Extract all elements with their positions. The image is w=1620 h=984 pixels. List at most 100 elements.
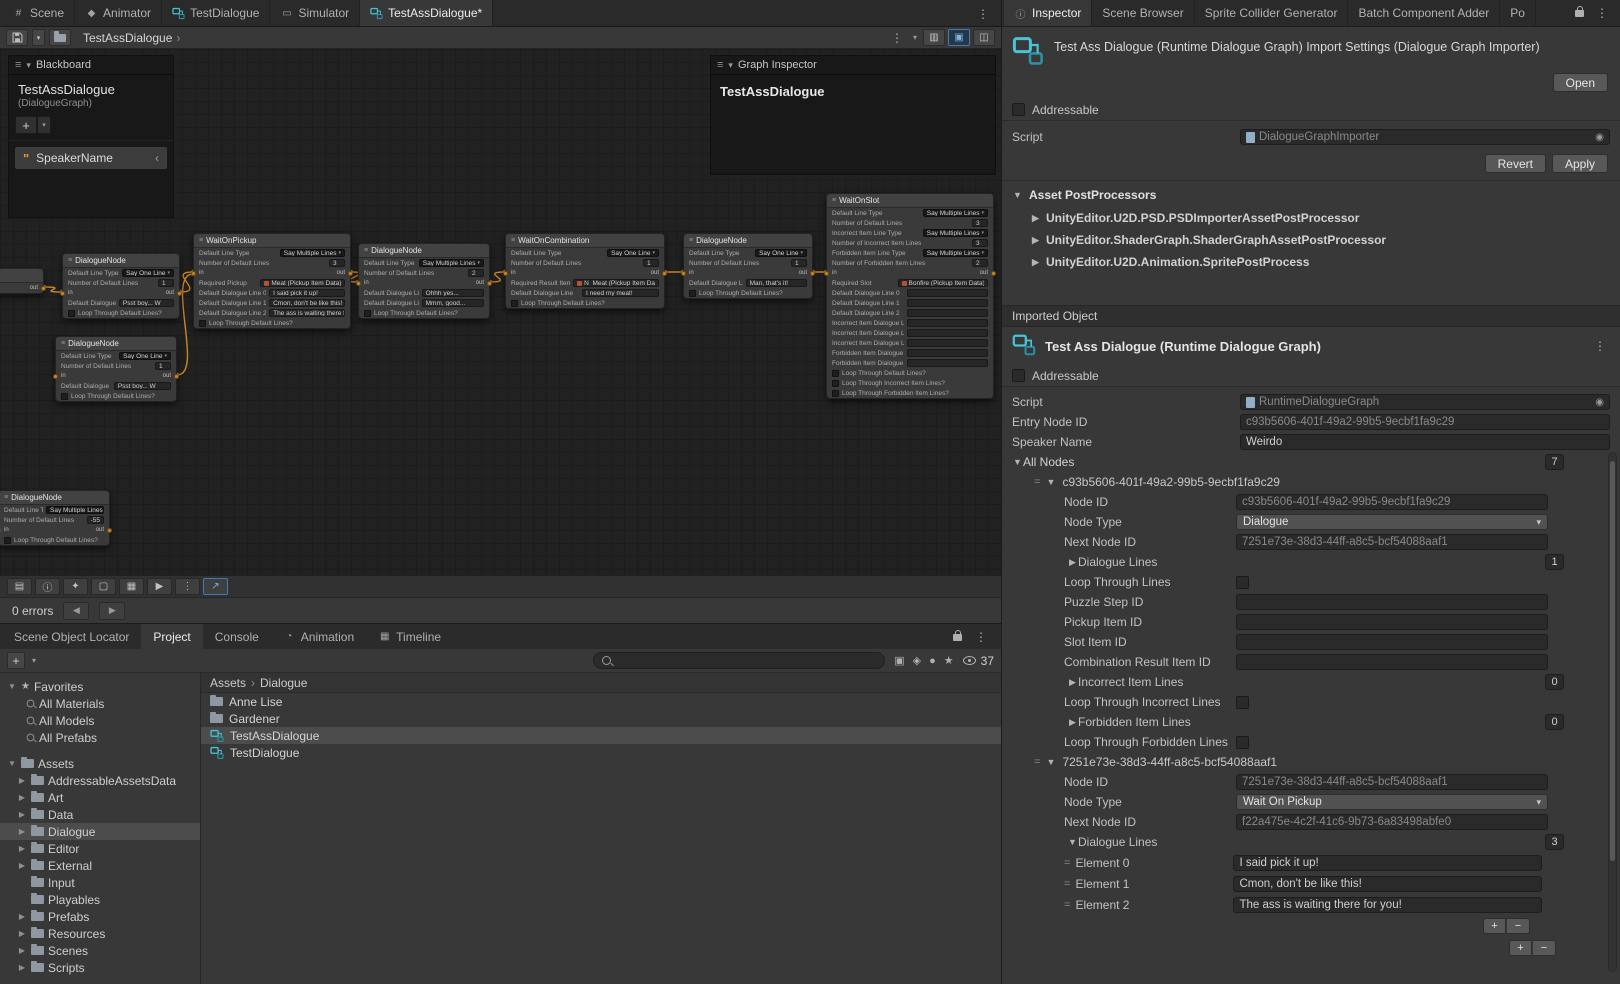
field-next-node-id[interactable]: 7251e73e-38d3-44ff-a8c5-bcf54088aaf1 [1236,534,1548,550]
open-external-icon[interactable]: ↗ [203,578,228,595]
node-text-field[interactable] [907,359,988,367]
array-size-field[interactable]: 0 [1545,714,1564,730]
folder-item-editor[interactable]: ▶Editor [0,840,200,857]
scrollbar-thumb[interactable] [1610,461,1615,861]
node-text-field[interactable]: Cmon, don't be like this! [269,299,345,307]
postprocessor-item[interactable]: ▶UnityEditor.U2D.Animation.SpritePostPro… [1002,251,1620,273]
blackboard-toggle-button[interactable]: ▣ [948,29,970,46]
node-text-field[interactable]: Ohhh yes... [422,289,484,297]
node-dropdown[interactable]: Say Multiple Lines [923,249,988,257]
graph-inspector-toggle-button[interactable]: ◫ [973,29,995,46]
node-checkbox[interactable] [832,370,839,377]
panel-tab-console[interactable]: Console [203,624,271,649]
speaker-name-field[interactable]: Weirdo [1240,434,1610,450]
inspector-tab-sprite-collider-generator[interactable]: Sprite Collider Generator [1195,0,1349,26]
node-title-bar[interactable]: ≡WaitOnCombination [506,234,664,248]
element-field[interactable]: The ass is waiting there for you! [1233,897,1542,913]
create-asset-dropdown-icon[interactable]: ▾ [30,656,38,665]
foldout-arrow-icon[interactable]: ▶ [1030,213,1041,224]
field-row-dialogue-lines[interactable]: ▶Dialogue Lines1 [1002,552,1620,572]
graph-node-startnode[interactable]: ≡StartNodeout [0,268,44,294]
node-text-field[interactable]: Psst boy... W [119,299,174,307]
editor-tab-testassdialogue[interactable]: TestAssDialogue* [360,0,493,26]
output-port[interactable] [177,291,182,296]
node-checkbox[interactable] [832,390,839,397]
add-element-button[interactable]: + [1483,918,1506,934]
array-size-field[interactable]: 0 [1545,674,1564,690]
search-input[interactable] [617,655,876,667]
node-text-field[interactable]: I said pick it up! [269,289,345,297]
label-filter-icon[interactable]: ● [929,655,936,667]
output-port[interactable] [487,281,492,286]
field-node-id[interactable]: c93b5606-401f-49a2-99b5-9ecbf1fa9c29 [1236,494,1548,510]
asset-item-anne-lise[interactable]: Anne Lise [201,693,1001,710]
output-port[interactable] [174,374,179,379]
prev-error-button[interactable]: ◀ [63,602,89,620]
folder-item-scripts[interactable]: ▶Scripts [0,959,200,976]
editor-tab-animator[interactable]: ◆Animator [75,0,162,26]
add-property-button[interactable]: + [15,116,37,134]
drag-handle-icon[interactable]: = [1064,899,1069,911]
checkbox[interactable] [1236,696,1249,709]
folder-item-resources[interactable]: ▶Resources [0,925,200,942]
checkbox[interactable] [1236,736,1249,749]
inspector-tab-po[interactable]: Po [1500,0,1536,26]
node-object-field[interactable]: N_Meat (Pickup Item Data) [573,279,659,287]
remove-node-button[interactable]: − [1533,940,1556,956]
node-entry-header[interactable]: =▼c93b5606-401f-49a2-99b5-9ecbf1fa9c29 [1002,472,1620,492]
dropdown-node-type[interactable]: Wait On Pickup [1236,794,1548,810]
node-checkbox[interactable] [832,380,839,387]
node-dropdown[interactable]: Say One Line [755,249,807,257]
input-port[interactable] [60,291,65,296]
node-title-bar[interactable]: ≡WaitOnPickup [194,234,350,248]
breadcrumb[interactable]: TestAssDialogue › [83,31,182,45]
revert-button[interactable]: Revert [1485,154,1546,173]
script-field[interactable]: RuntimeDialogueGraph ◉ [1240,394,1610,410]
folder-item-addressableassetsdata[interactable]: ▶AddressableAssetsData [0,772,200,789]
drag-handle-icon[interactable]: = [1064,878,1069,890]
foldout-arrow-icon[interactable]: ▶ [17,827,27,836]
node-number-field[interactable]: 3 [329,259,345,267]
array-size-field[interactable]: 3 [1545,834,1564,850]
output-port[interactable] [107,528,112,533]
node-title-bar[interactable]: ≡DialogueNode [359,244,489,258]
node-number-field[interactable]: 1 [643,259,659,267]
grid-snap-icon[interactable]: ▦ [119,578,144,595]
foldout-arrow-icon[interactable]: ▶ [17,844,27,853]
eye-icon[interactable] [963,656,976,665]
field-combination-result-item-id[interactable] [1236,654,1548,670]
node-dropdown[interactable]: Say Multiple Lines [46,506,104,514]
foldout-arrow-icon[interactable]: ▶ [1030,235,1041,246]
node-title-bar[interactable]: ≡DialogueNode [0,491,109,505]
asset-item-testassdialogue[interactable]: TestAssDialogue [201,727,1001,744]
graph-inspector-header[interactable]: ≡ ▾ Graph Inspector [711,56,995,75]
drag-handle-icon[interactable]: = [1034,476,1039,488]
node-number-field[interactable]: 2 [468,269,484,277]
node-number-field[interactable]: 3 [972,239,988,247]
node-text-field[interactable] [907,299,988,307]
folder-item-data[interactable]: ▶Data [0,806,200,823]
node-checkbox[interactable] [199,320,206,327]
editor-tab-scene[interactable]: #Scene [2,0,75,26]
folder-item-prefabs[interactable]: ▶Prefabs [0,908,200,925]
entry-node-id-field[interactable]: c93b5606-401f-49a2-99b5-9ecbf1fa9c29 [1240,414,1610,430]
foldout-arrow-icon[interactable]: ▶ [17,861,27,870]
frame-icon[interactable]: ▢ [91,578,116,595]
foldout-arrow-icon[interactable]: ▼ [7,682,17,691]
node-checkbox[interactable] [68,310,75,317]
graph-node-dialoguenode[interactable]: ≡DialogueNodeDefault Line TypeSay Multip… [0,490,110,546]
expand-property-icon[interactable]: ‹ [155,151,159,165]
output-port[interactable] [662,271,667,276]
panel-tab-animation[interactable]: ◔Animation [271,624,366,649]
graph-node-dialoguenode[interactable]: ≡DialogueNodeDefault Line TypeSay Multip… [358,243,490,319]
editor-tab-simulator[interactable]: ▭Simulator [270,0,360,26]
element-list-icon[interactable]: ▤ [7,578,32,595]
checkbox[interactable] [1236,576,1249,589]
graph-node-dialoguenode[interactable]: ≡DialogueNodeDefault Line TypeSay One Li… [55,336,177,402]
apply-button[interactable]: Apply [1552,154,1608,173]
favorites-filter-icon[interactable]: ★ [944,654,954,667]
node-number-field[interactable]: 1 [791,259,807,267]
node-object-field[interactable]: Meat (Pickup Item Data) [260,279,345,287]
graph-inspector-panel[interactable]: ≡ ▾ Graph Inspector TestAssDialogue [710,55,996,175]
dropdown-node-type[interactable]: Dialogue [1236,514,1548,530]
